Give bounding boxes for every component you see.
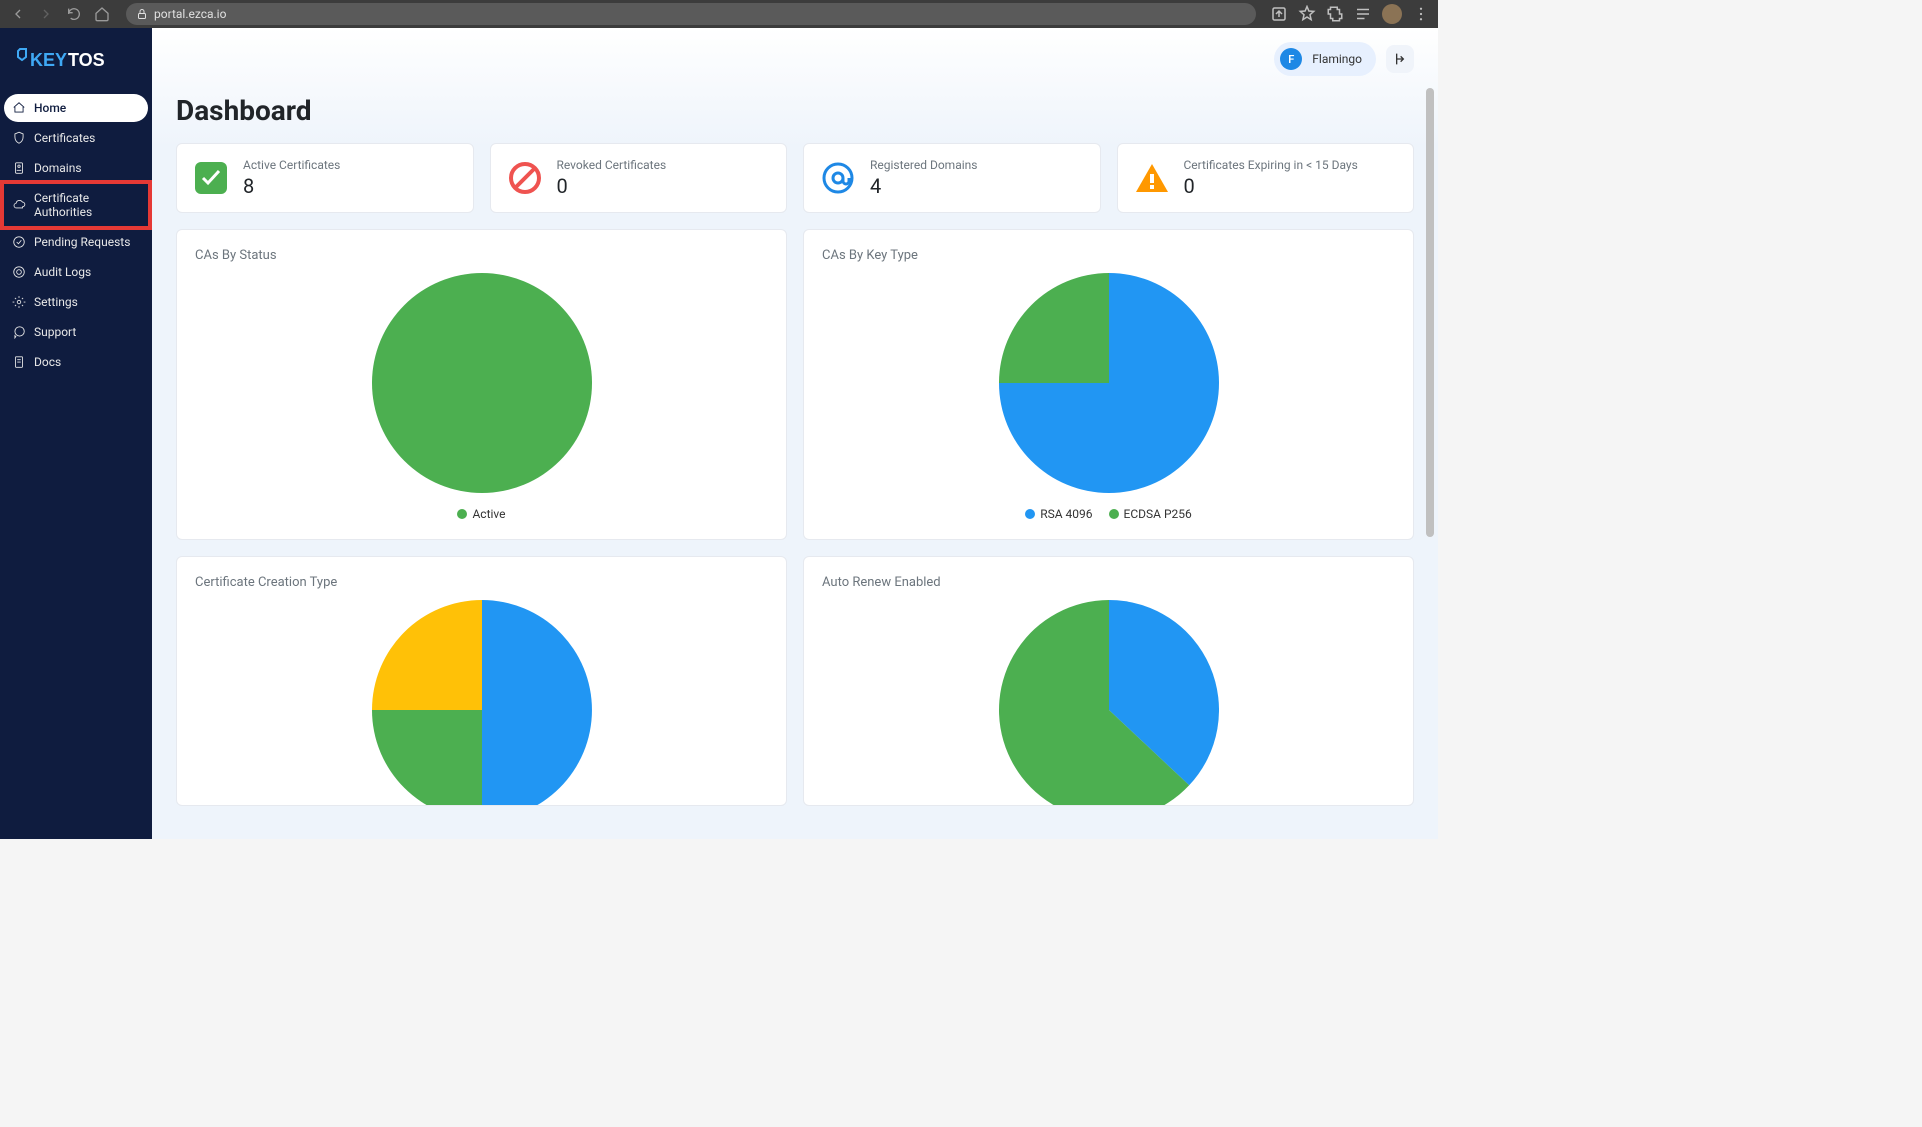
sidebar-item-certificates[interactable]: Certificates	[4, 124, 148, 152]
kebab-menu-icon[interactable]	[1412, 5, 1430, 23]
logo-left-text: KEY	[30, 50, 67, 70]
logout-icon	[1392, 51, 1408, 67]
stat-card: Registered Domains 4	[803, 143, 1101, 213]
profile-avatar-icon[interactable]	[1382, 4, 1402, 24]
stat-value: 0	[557, 174, 667, 198]
page-icon	[12, 355, 26, 369]
forward-button[interactable]	[36, 4, 56, 24]
logout-button[interactable]	[1386, 45, 1414, 73]
stat-value: 0	[1184, 174, 1358, 198]
logo-right-text: TOS	[68, 50, 105, 70]
topbar: F Flamingo	[152, 28, 1438, 90]
sidebar-item-label: Certificate Authorities	[34, 191, 140, 219]
pie-chart	[999, 273, 1219, 493]
reload-button[interactable]	[64, 4, 84, 24]
chart-legend: RSA 4096 ECDSA P256	[1025, 507, 1192, 521]
sidebar: KEY TOS Home Certificates Domains Certifica…	[0, 28, 152, 839]
url-text: portal.ezca.io	[154, 7, 226, 21]
legend-label: ECDSA P256	[1124, 507, 1192, 521]
sidebar-item-label: Settings	[34, 295, 78, 309]
sidebar-item-label: Domains	[34, 161, 82, 175]
sidebar-item-docs[interactable]: Docs	[4, 348, 148, 376]
sidebar-item-domains[interactable]: Domains	[4, 154, 148, 182]
pie-chart	[999, 600, 1219, 806]
chat-icon	[12, 325, 26, 339]
sidebar-item-certificate-authorities[interactable]: Certificate Authorities	[0, 180, 152, 230]
chart-legend: Active	[457, 507, 505, 521]
lock-icon	[136, 8, 148, 20]
legend-label: RSA 4096	[1040, 507, 1092, 521]
at-icon	[820, 160, 856, 196]
sidebar-item-label: Docs	[34, 355, 61, 369]
legend-dot	[1109, 509, 1119, 519]
chart-title: Auto Renew Enabled	[822, 575, 1395, 590]
bookmark-star-icon[interactable]	[1298, 5, 1316, 23]
chart-card: Certificate Creation TypeAzure Key Vault…	[176, 556, 787, 806]
legend-item: Active	[457, 507, 505, 521]
page-title: Dashboard	[152, 90, 1438, 143]
stat-label: Registered Domains	[870, 158, 977, 172]
legend-item: RSA 4096	[1025, 507, 1092, 521]
chart-title: CAs By Key Type	[822, 248, 1395, 263]
sidebar-item-pending-requests[interactable]: Pending Requests	[4, 228, 148, 256]
home-nav-button[interactable]	[92, 4, 112, 24]
user-avatar: F	[1280, 48, 1302, 70]
scrollbar[interactable]	[1426, 88, 1436, 837]
stat-card: Active Certificates 8	[176, 143, 474, 213]
chart-card: CAs By Status Active	[176, 229, 787, 540]
stat-value: 4	[870, 174, 977, 198]
chart-title: CAs By Status	[195, 248, 768, 263]
chart-card: Auto Renew EnabledManual LifecycleAutoma…	[803, 556, 1414, 806]
legend-label: Active	[472, 507, 505, 521]
extensions-icon[interactable]	[1326, 5, 1344, 23]
sidebar-item-label: Audit Logs	[34, 265, 91, 279]
browser-chrome: portal.ezca.io	[0, 0, 1438, 28]
address-bar[interactable]: portal.ezca.io	[126, 3, 1256, 25]
warn-icon	[1134, 160, 1170, 196]
sidebar-item-label: Pending Requests	[34, 235, 130, 249]
sidebar-item-settings[interactable]: Settings	[4, 288, 148, 316]
sidebar-item-label: Support	[34, 325, 76, 339]
share-icon[interactable]	[1270, 5, 1288, 23]
back-button[interactable]	[8, 4, 28, 24]
stat-card: Certificates Expiring in < 15 Days 0	[1117, 143, 1415, 213]
shield-icon	[12, 131, 26, 145]
main-content: F Flamingo Dashboard Active Certificates…	[152, 28, 1438, 839]
stat-label: Revoked Certificates	[557, 158, 667, 172]
chart-card: CAs By Key Type RSA 4096 ECDSA P256	[803, 229, 1414, 540]
user-name: Flamingo	[1312, 52, 1362, 66]
home-icon	[12, 101, 26, 115]
cloud-icon	[12, 198, 26, 212]
sidebar-item-label: Certificates	[34, 131, 95, 145]
legend-dot	[1025, 509, 1035, 519]
chart-title: Certificate Creation Type	[195, 575, 768, 590]
sidebar-item-audit-logs[interactable]: Audit Logs	[4, 258, 148, 286]
stat-card: Revoked Certificates 0	[490, 143, 788, 213]
circle-check-icon	[12, 235, 26, 249]
check-icon	[193, 160, 229, 196]
stat-label: Active Certificates	[243, 158, 340, 172]
pie-chart	[372, 273, 592, 493]
pie-chart	[372, 600, 592, 806]
ban-icon	[507, 160, 543, 196]
sidebar-item-label: Home	[34, 101, 66, 115]
sidebar-item-support[interactable]: Support	[4, 318, 148, 346]
target-icon	[12, 265, 26, 279]
user-pill[interactable]: F Flamingo	[1274, 42, 1376, 76]
file-icon	[12, 161, 26, 175]
gear-icon	[12, 295, 26, 309]
reading-list-icon[interactable]	[1354, 5, 1372, 23]
stat-label: Certificates Expiring in < 15 Days	[1184, 158, 1358, 172]
legend-dot	[457, 509, 467, 519]
stat-value: 8	[243, 174, 340, 198]
logo[interactable]: KEY TOS	[0, 38, 152, 94]
sidebar-item-home[interactable]: Home	[4, 94, 148, 122]
legend-item: ECDSA P256	[1109, 507, 1192, 521]
